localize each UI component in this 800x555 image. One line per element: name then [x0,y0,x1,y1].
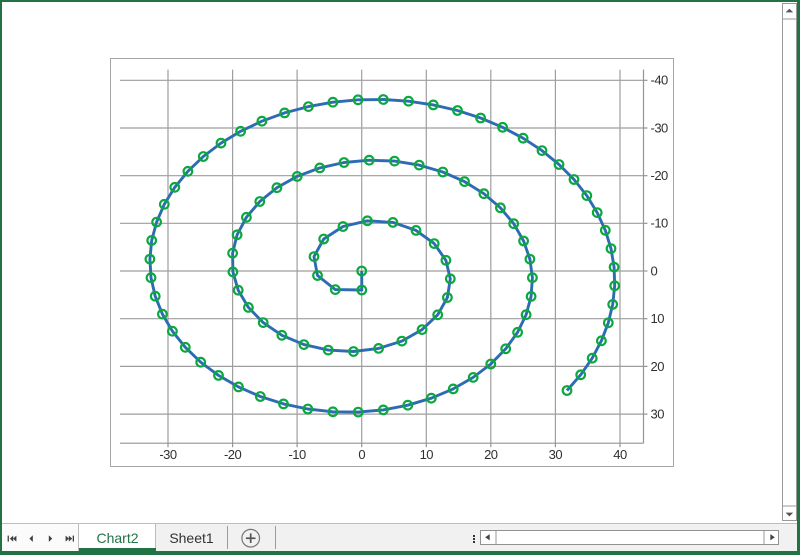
svg-text:-10: -10 [288,447,306,462]
svg-text:-10: -10 [651,216,669,231]
svg-text:30: 30 [651,407,665,422]
svg-text:30: 30 [549,447,563,462]
svg-text:-20: -20 [651,168,669,183]
svg-text:0: 0 [358,447,365,462]
svg-text:-30: -30 [159,447,177,462]
svg-text:20: 20 [484,447,498,462]
svg-text:-20: -20 [224,447,242,462]
svg-text:-40: -40 [651,73,669,88]
svg-text:10: 10 [420,447,434,462]
svg-text:10: 10 [651,311,665,326]
svg-text:40: 40 [613,447,627,462]
svg-text:-30: -30 [651,120,669,135]
svg-text:0: 0 [651,263,658,278]
svg-text:20: 20 [651,359,665,374]
